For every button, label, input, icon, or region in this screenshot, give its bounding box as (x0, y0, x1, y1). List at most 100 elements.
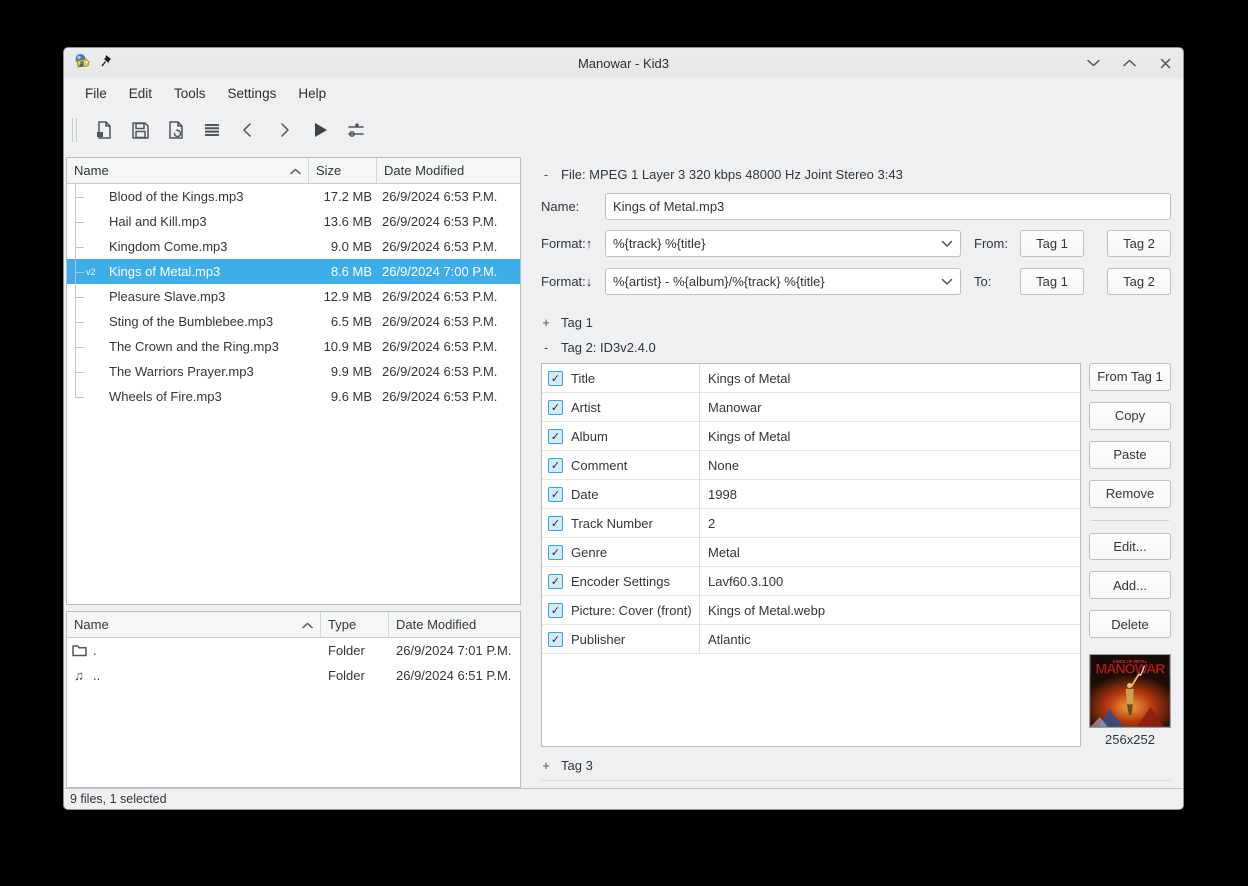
frame-value[interactable]: Atlantic (700, 625, 1080, 653)
remove-button[interactable]: Remove (1089, 480, 1171, 508)
delete-button[interactable]: Delete (1089, 610, 1171, 638)
file-list-header: Name Size Date Modified (67, 158, 520, 184)
pin-icon[interactable] (100, 54, 113, 73)
file-row-selected[interactable]: v2 Kings of Metal.mp3 8.6 MB 26/9/2024 7… (67, 259, 520, 284)
frame-value[interactable]: 2 (700, 509, 1080, 537)
file-row[interactable]: Blood of the Kings.mp3 17.2 MB 26/9/2024… (67, 184, 520, 209)
frame-row: Date 1998 (542, 480, 1080, 509)
play-icon[interactable] (305, 115, 335, 145)
status-bar: 9 files, 1 selected (64, 788, 1183, 809)
tag-details-pane: - File: MPEG 1 Layer 3 320 kbps 48000 Hz… (529, 151, 1183, 788)
file-row[interactable]: Hail and Kill.mp3 13.6 MB 26/9/2024 6:53… (67, 209, 520, 234)
format-to-combobox[interactable]: %{artist} - %{album}/%{track} %{title} (605, 268, 961, 295)
horizontal-splitter[interactable] (521, 151, 529, 788)
previous-file-icon[interactable] (233, 115, 263, 145)
edit-button[interactable]: Edit... (1089, 533, 1171, 561)
field-checkbox[interactable] (548, 487, 563, 502)
tree-branch (67, 384, 83, 409)
album-cover-image[interactable]: KINGS OF METAL MANOWAR (1089, 654, 1171, 728)
field-checkbox[interactable] (548, 371, 563, 386)
frame-name: Comment (571, 458, 627, 473)
frame-row: Picture: Cover (front) Kings of Metal.we… (542, 596, 1080, 625)
to-tag2-button[interactable]: Tag 2 (1107, 268, 1171, 295)
titlebar[interactable]: Manowar - Kid3 (64, 48, 1183, 78)
frame-value[interactable]: Manowar (700, 393, 1080, 421)
file-row[interactable]: The Warriors Prayer.mp3 9.9 MB 26/9/2024… (67, 359, 520, 384)
maximize-button[interactable] (1121, 55, 1137, 71)
frame-value[interactable]: Metal (700, 538, 1080, 566)
frame-row: Title Kings of Metal (542, 364, 1080, 393)
file-info-section-header[interactable]: - File: MPEG 1 Layer 3 320 kbps 48000 Hz… (541, 163, 1171, 185)
column-header-size[interactable]: Size (309, 158, 377, 183)
frame-row: Artist Manowar (542, 393, 1080, 422)
column-header-date[interactable]: Date Modified (377, 158, 520, 183)
menu-file[interactable]: File (76, 82, 116, 105)
expand-indicator: + (541, 758, 551, 773)
field-checkbox[interactable] (548, 400, 563, 415)
tree-branch (67, 209, 83, 234)
filename-input[interactable] (605, 193, 1171, 220)
frame-value[interactable]: Lavf60.3.100 (700, 567, 1080, 595)
folder-list-header: Name Type Date Modified (67, 612, 520, 638)
file-row[interactable]: Kingdom Come.mp3 9.0 MB 26/9/2024 6:53 P… (67, 234, 520, 259)
add-button[interactable]: Add... (1089, 571, 1171, 599)
file-row[interactable]: Wheels of Fire.mp3 9.6 MB 26/9/2024 6:53… (67, 384, 520, 409)
menu-help[interactable]: Help (289, 82, 335, 105)
field-checkbox[interactable] (548, 632, 563, 647)
from-tag-1-button[interactable]: From Tag 1 (1089, 363, 1171, 391)
frame-value[interactable]: None (700, 451, 1080, 479)
paste-button[interactable]: Paste (1089, 441, 1171, 469)
main-area: Name Size Date Modified Blood of the Kin… (64, 151, 1183, 788)
to-label: To: (961, 274, 1020, 289)
to-tag1-button[interactable]: Tag 1 (1020, 268, 1084, 295)
open-icon[interactable] (89, 115, 119, 145)
copy-button[interactable]: Copy (1089, 402, 1171, 430)
menu-edit[interactable]: Edit (120, 82, 161, 105)
frame-name: Publisher (571, 632, 625, 647)
folder-row[interactable]: ♫ .. Folder 26/9/2024 6:51 P.M. (67, 663, 520, 688)
file-row[interactable]: The Crown and the Ring.mp3 10.9 MB 26/9/… (67, 334, 520, 359)
frame-row: Publisher Atlantic (542, 625, 1080, 654)
frame-name: Title (571, 371, 595, 386)
desktop: Manowar - Kid3 File Edit Tools Settings … (0, 0, 1248, 886)
file-row[interactable]: Pleasure Slave.mp3 12.9 MB 26/9/2024 6:5… (67, 284, 520, 309)
format-down-label: Format:↓ (541, 274, 605, 289)
folder-row[interactable]: . Folder 26/9/2024 7:01 P.M. (67, 638, 520, 663)
sliders-icon[interactable] (341, 115, 371, 145)
toolbar-drag-handle[interactable] (72, 118, 77, 142)
frame-name: Album (571, 429, 608, 444)
kid3-app-icon (74, 53, 91, 74)
select-all-icon[interactable] (197, 115, 227, 145)
field-checkbox[interactable] (548, 603, 563, 618)
minimize-button[interactable] (1085, 55, 1101, 71)
field-checkbox[interactable] (548, 545, 563, 560)
from-tag1-button[interactable]: Tag 1 (1020, 230, 1084, 257)
revert-icon[interactable] (161, 115, 191, 145)
column-header-name[interactable]: Name (67, 612, 321, 637)
format-from-combobox[interactable]: %{track} %{title} (605, 230, 961, 257)
from-tag2-button[interactable]: Tag 2 (1107, 230, 1171, 257)
chevron-down-icon (941, 236, 953, 251)
field-checkbox[interactable] (548, 429, 563, 444)
tag2-section-header[interactable]: - Tag 2: ID3v2.4.0 (541, 335, 1171, 360)
close-button[interactable] (1157, 55, 1173, 71)
frame-value[interactable]: 1998 (700, 480, 1080, 508)
field-checkbox[interactable] (548, 458, 563, 473)
field-checkbox[interactable] (548, 574, 563, 589)
save-icon[interactable] (125, 115, 155, 145)
tag2-button-column: From Tag 1 Copy Paste Remove Edit... Add… (1089, 363, 1171, 747)
field-checkbox[interactable] (548, 516, 563, 531)
frame-value[interactable]: Kings of Metal.webp (700, 596, 1080, 624)
column-header-type[interactable]: Type (321, 612, 389, 637)
frame-value[interactable]: Kings of Metal (700, 422, 1080, 450)
frame-value[interactable]: Kings of Metal (700, 364, 1080, 392)
column-header-name[interactable]: Name (67, 158, 309, 183)
tag1-section-header[interactable]: + Tag 1 (541, 310, 1171, 335)
column-header-date[interactable]: Date Modified (389, 612, 520, 637)
file-row[interactable]: Sting of the Bumblebee.mp3 6.5 MB 26/9/2… (67, 309, 520, 334)
frame-row: Encoder Settings Lavf60.3.100 (542, 567, 1080, 596)
menu-tools[interactable]: Tools (165, 82, 215, 105)
next-file-icon[interactable] (269, 115, 299, 145)
menu-settings[interactable]: Settings (219, 82, 286, 105)
tag3-section-header[interactable]: + Tag 3 (541, 756, 1171, 781)
